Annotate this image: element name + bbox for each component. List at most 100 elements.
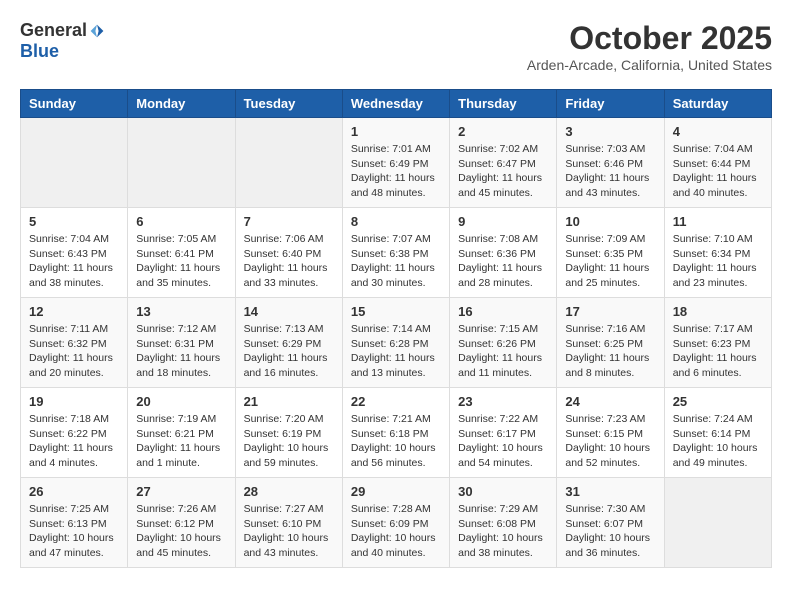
day-info: Sunrise: 7:17 AMSunset: 6:23 PMDaylight:… bbox=[673, 322, 763, 381]
day-number: 9 bbox=[458, 214, 548, 229]
day-info: Sunrise: 7:27 AMSunset: 6:10 PMDaylight:… bbox=[244, 502, 334, 561]
day-info: Sunrise: 7:24 AMSunset: 6:14 PMDaylight:… bbox=[673, 412, 763, 471]
day-info: Sunrise: 7:28 AMSunset: 6:09 PMDaylight:… bbox=[351, 502, 441, 561]
day-number: 21 bbox=[244, 394, 334, 409]
day-cell-24: 24 Sunrise: 7:23 AMSunset: 6:15 PMDayligh… bbox=[557, 388, 664, 478]
day-info: Sunrise: 7:23 AMSunset: 6:15 PMDaylight:… bbox=[565, 412, 655, 471]
day-info: Sunrise: 7:08 AMSunset: 6:36 PMDaylight:… bbox=[458, 232, 548, 291]
day-cell-23: 23Sunrise: 7:22 AMSunset: 6:17 PMDayligh… bbox=[450, 388, 557, 478]
day-number: 14 bbox=[244, 304, 334, 319]
day-info: Sunrise: 7:06 AMSunset: 6:40 PMDaylight:… bbox=[244, 232, 334, 291]
day-info: Sunrise: 7:12 AMSunset: 6:31 PMDaylight:… bbox=[136, 322, 226, 381]
day-cell-31: 31Sunrise: 7:30 AMSunset: 6:07 PMDayligh… bbox=[557, 478, 664, 568]
header-row: SundayMondayTuesdayWednesdayThursdayFrid… bbox=[21, 90, 772, 118]
day-number: 29 bbox=[351, 484, 441, 499]
day-info: Sunrise: 7:11 AMSunset: 6:32 PMDaylight:… bbox=[29, 322, 119, 381]
logo-icon bbox=[89, 23, 105, 39]
day-cell-16: 16 Sunrise: 7:15 AMSunset: 6:26 PMDayligh… bbox=[450, 298, 557, 388]
day-info: Sunrise: 7:04 AMSunset: 6:44 PMDaylight:… bbox=[673, 142, 763, 201]
day-info: Sunrise: 7:07 AMSunset: 6:38 PMDaylight:… bbox=[351, 232, 441, 291]
day-cell-20: 20 Sunrise: 7:19 AMSunset: 6:21 PMDayligh… bbox=[128, 388, 235, 478]
day-info: Sunrise: 7:05 AMSunset: 6:41 PMDaylight:… bbox=[136, 232, 226, 291]
day-number: 25 bbox=[673, 394, 763, 409]
calendar-header: SundayMondayTuesdayWednesdayThursdayFrid… bbox=[21, 90, 772, 118]
day-cell-18: 18Sunrise: 7:17 AMSunset: 6:23 PMDayligh… bbox=[664, 298, 771, 388]
day-cell-11: 11Sunrise: 7:10 AMSunset: 6:34 PMDayligh… bbox=[664, 208, 771, 298]
day-number: 27 bbox=[136, 484, 226, 499]
day-info: Sunrise: 7:13 AMSunset: 6:29 PMDaylight:… bbox=[244, 322, 334, 381]
day-number: 6 bbox=[136, 214, 226, 229]
header-cell-friday: Friday bbox=[557, 90, 664, 118]
day-number: 11 bbox=[673, 214, 763, 229]
day-cell-26: 26 Sunrise: 7:25 AMSunset: 6:13 PMDayligh… bbox=[21, 478, 128, 568]
header-cell-saturday: Saturday bbox=[664, 90, 771, 118]
day-number: 16 bbox=[458, 304, 548, 319]
day-cell-29: 29 Sunrise: 7:28 AMSunset: 6:09 PMDayligh… bbox=[342, 478, 449, 568]
day-info: Sunrise: 7:18 AMSunset: 6:22 PMDaylight:… bbox=[29, 412, 119, 471]
day-number: 2 bbox=[458, 124, 548, 139]
title-section: October 2025 Arden-Arcade, California, U… bbox=[527, 20, 772, 73]
day-number: 3 bbox=[565, 124, 655, 139]
day-cell-19: 19 Sunrise: 7:18 AMSunset: 6:22 PMDayligh… bbox=[21, 388, 128, 478]
calendar-body: 1Sunrise: 7:01 AMSunset: 6:49 PMDaylight… bbox=[21, 118, 772, 568]
logo-general-text: General bbox=[20, 20, 87, 41]
day-cell-9: 9 Sunrise: 7:08 AMSunset: 6:36 PMDaylight… bbox=[450, 208, 557, 298]
day-cell-2: 2 Sunrise: 7:02 AMSunset: 6:47 PMDaylight… bbox=[450, 118, 557, 208]
day-info: Sunrise: 7:20 AMSunset: 6:19 PMDaylight:… bbox=[244, 412, 334, 471]
day-info: Sunrise: 7:14 AMSunset: 6:28 PMDaylight:… bbox=[351, 322, 441, 381]
header-cell-sunday: Sunday bbox=[21, 90, 128, 118]
week-row-3: 12 Sunrise: 7:11 AMSunset: 6:32 PMDayligh… bbox=[21, 298, 772, 388]
day-info: Sunrise: 7:03 AMSunset: 6:46 PMDaylight:… bbox=[565, 142, 655, 201]
day-info: Sunrise: 7:04 AMSunset: 6:43 PMDaylight:… bbox=[29, 232, 119, 291]
day-info: Sunrise: 7:21 AMSunset: 6:18 PMDaylight:… bbox=[351, 412, 441, 471]
day-cell-4: 4Sunrise: 7:04 AMSunset: 6:44 PMDaylight… bbox=[664, 118, 771, 208]
day-cell-30: 30Sunrise: 7:29 AMSunset: 6:08 PMDayligh… bbox=[450, 478, 557, 568]
day-cell-21: 21 Sunrise: 7:20 AMSunset: 6:19 PMDayligh… bbox=[235, 388, 342, 478]
day-number: 26 bbox=[29, 484, 119, 499]
week-row-4: 19 Sunrise: 7:18 AMSunset: 6:22 PMDayligh… bbox=[21, 388, 772, 478]
header-cell-monday: Monday bbox=[128, 90, 235, 118]
day-number: 19 bbox=[29, 394, 119, 409]
day-cell-28: 28Sunrise: 7:27 AMSunset: 6:10 PMDayligh… bbox=[235, 478, 342, 568]
page-header: General Blue October 2025 Arden-Arcade, … bbox=[20, 20, 772, 73]
day-cell-12: 12 Sunrise: 7:11 AMSunset: 6:32 PMDayligh… bbox=[21, 298, 128, 388]
day-info: Sunrise: 7:30 AMSunset: 6:07 PMDaylight:… bbox=[565, 502, 655, 561]
header-cell-thursday: Thursday bbox=[450, 90, 557, 118]
day-cell-3: 3 Sunrise: 7:03 AMSunset: 6:46 PMDaylight… bbox=[557, 118, 664, 208]
day-cell-1: 1Sunrise: 7:01 AMSunset: 6:49 PMDaylight… bbox=[342, 118, 449, 208]
day-cell-5: 5 Sunrise: 7:04 AMSunset: 6:43 PMDaylight… bbox=[21, 208, 128, 298]
day-info: Sunrise: 7:25 AMSunset: 6:13 PMDaylight:… bbox=[29, 502, 119, 561]
day-info: Sunrise: 7:09 AMSunset: 6:35 PMDaylight:… bbox=[565, 232, 655, 291]
day-cell-8: 8 Sunrise: 7:07 AMSunset: 6:38 PMDaylight… bbox=[342, 208, 449, 298]
day-cell-14: 14 Sunrise: 7:13 AMSunset: 6:29 PMDayligh… bbox=[235, 298, 342, 388]
day-number: 10 bbox=[565, 214, 655, 229]
day-info: Sunrise: 7:01 AMSunset: 6:49 PMDaylight:… bbox=[351, 142, 441, 201]
week-row-5: 26 Sunrise: 7:25 AMSunset: 6:13 PMDayligh… bbox=[21, 478, 772, 568]
day-info: Sunrise: 7:29 AMSunset: 6:08 PMDaylight:… bbox=[458, 502, 548, 561]
day-number: 15 bbox=[351, 304, 441, 319]
day-number: 5 bbox=[29, 214, 119, 229]
day-number: 24 bbox=[565, 394, 655, 409]
day-cell-13: 13 Sunrise: 7:12 AMSunset: 6:31 PMDayligh… bbox=[128, 298, 235, 388]
day-number: 17 bbox=[565, 304, 655, 319]
day-number: 7 bbox=[244, 214, 334, 229]
week-row-2: 5 Sunrise: 7:04 AMSunset: 6:43 PMDaylight… bbox=[21, 208, 772, 298]
day-cell-6: 6 Sunrise: 7:05 AMSunset: 6:41 PMDaylight… bbox=[128, 208, 235, 298]
day-cell-10: 10 Sunrise: 7:09 AMSunset: 6:35 PMDayligh… bbox=[557, 208, 664, 298]
day-info: Sunrise: 7:15 AMSunset: 6:26 PMDaylight:… bbox=[458, 322, 548, 381]
day-number: 8 bbox=[351, 214, 441, 229]
empty-cell bbox=[664, 478, 771, 568]
day-number: 23 bbox=[458, 394, 548, 409]
day-number: 22 bbox=[351, 394, 441, 409]
logo-blue-text: Blue bbox=[20, 41, 59, 62]
location-text: Arden-Arcade, California, United States bbox=[527, 57, 772, 73]
empty-cell bbox=[21, 118, 128, 208]
day-info: Sunrise: 7:16 AMSunset: 6:25 PMDaylight:… bbox=[565, 322, 655, 381]
day-info: Sunrise: 7:19 AMSunset: 6:21 PMDaylight:… bbox=[136, 412, 226, 471]
day-number: 13 bbox=[136, 304, 226, 319]
day-number: 20 bbox=[136, 394, 226, 409]
header-cell-wednesday: Wednesday bbox=[342, 90, 449, 118]
week-row-1: 1Sunrise: 7:01 AMSunset: 6:49 PMDaylight… bbox=[21, 118, 772, 208]
day-info: Sunrise: 7:02 AMSunset: 6:47 PMDaylight:… bbox=[458, 142, 548, 201]
day-number: 12 bbox=[29, 304, 119, 319]
